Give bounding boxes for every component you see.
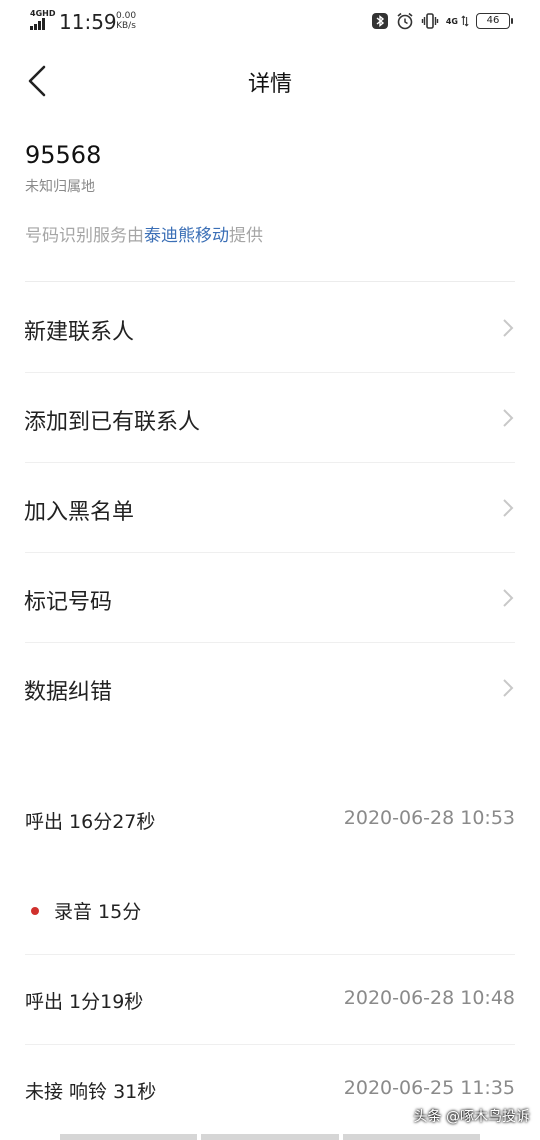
menu-item-label: 加入黑名单 bbox=[24, 500, 135, 525]
signal-icon bbox=[30, 18, 48, 30]
chevron-right-icon bbox=[503, 409, 514, 427]
signal-arrows-icon bbox=[461, 15, 469, 27]
menu-item-label: 标记号码 bbox=[24, 590, 113, 615]
call-time: 2020-06-28 10:53 bbox=[343, 807, 515, 829]
call-record-row[interactable]: 呼出 1分19秒 2020-06-28 10:48 bbox=[0, 955, 540, 1045]
menu-item-blacklist[interactable]: 加入黑名单 bbox=[0, 463, 540, 553]
call-time: 2020-06-28 10:48 bbox=[343, 987, 515, 1009]
page-title: 详情 bbox=[247, 72, 292, 97]
action-menu: 新建联系人 添加到已有联系人 加入黑名单 标记号码 数据纠错 bbox=[0, 283, 540, 733]
recording-dot-icon bbox=[31, 907, 39, 915]
menu-item-label: 数据纠错 bbox=[24, 680, 113, 705]
call-summary: 呼出 1分19秒 bbox=[25, 991, 144, 1013]
net-speed-value: 0.00 bbox=[116, 11, 137, 21]
battery-icon: 46 bbox=[476, 13, 513, 29]
net-speed-unit: KB/s bbox=[116, 21, 136, 31]
menu-item-new-contact[interactable]: 新建联系人 bbox=[0, 283, 540, 373]
menu-item-label: 新建联系人 bbox=[24, 320, 135, 345]
call-time: 2020-06-25 11:35 bbox=[343, 1077, 515, 1099]
menu-item-mark-number[interactable]: 标记号码 bbox=[0, 553, 540, 643]
bluetooth-icon bbox=[371, 13, 388, 29]
recording-row[interactable]: 录音 15分 bbox=[0, 865, 540, 955]
network-label: 4GHD bbox=[30, 9, 56, 18]
phone-number: 95568 bbox=[25, 141, 102, 169]
divider bbox=[25, 281, 515, 282]
chevron-right-icon bbox=[503, 499, 514, 517]
recording-summary: 录音 15分 bbox=[54, 901, 142, 923]
status-bar: 4GHD 11:59 0.00 KB/s 4G 46 bbox=[0, 0, 540, 44]
vibrate-icon bbox=[421, 13, 439, 29]
watermark: 头条 @啄木鸟投诉 bbox=[413, 1109, 530, 1125]
alarm-icon bbox=[397, 12, 413, 30]
menu-item-label: 添加到已有联系人 bbox=[24, 410, 201, 435]
chevron-right-icon bbox=[503, 679, 514, 697]
bottom-toolbar-edge bbox=[0, 1134, 540, 1140]
call-record-row[interactable]: 呼出 16分27秒 2020-06-28 10:53 bbox=[0, 775, 540, 865]
number-location: 未知归属地 bbox=[25, 179, 95, 195]
net-type-label: 4G bbox=[445, 16, 458, 26]
provider-suffix: 提供 bbox=[229, 226, 263, 246]
header: 详情 bbox=[0, 50, 540, 110]
provider-prefix: 号码识别服务由 bbox=[25, 226, 144, 246]
chevron-right-icon bbox=[503, 319, 514, 337]
clock: 11:59 bbox=[59, 10, 117, 34]
menu-item-data-correction[interactable]: 数据纠错 bbox=[0, 643, 540, 733]
net-speed: 0.00 KB/s bbox=[116, 11, 136, 31]
call-history: 呼出 16分27秒 2020-06-28 10:53 录音 15分 呼出 1分1… bbox=[0, 775, 540, 1135]
menu-item-add-to-existing[interactable]: 添加到已有联系人 bbox=[0, 373, 540, 463]
provider-note: 号码识别服务由泰迪熊移动提供 bbox=[25, 221, 263, 246]
call-summary: 呼出 16分27秒 bbox=[25, 811, 156, 833]
call-summary: 未接 响铃 31秒 bbox=[25, 1081, 157, 1103]
status-icons: 4G 46 bbox=[371, 11, 513, 31]
battery-level: 46 bbox=[486, 15, 500, 26]
chevron-right-icon bbox=[503, 589, 514, 607]
provider-link[interactable]: 泰迪熊移动 bbox=[144, 226, 229, 246]
